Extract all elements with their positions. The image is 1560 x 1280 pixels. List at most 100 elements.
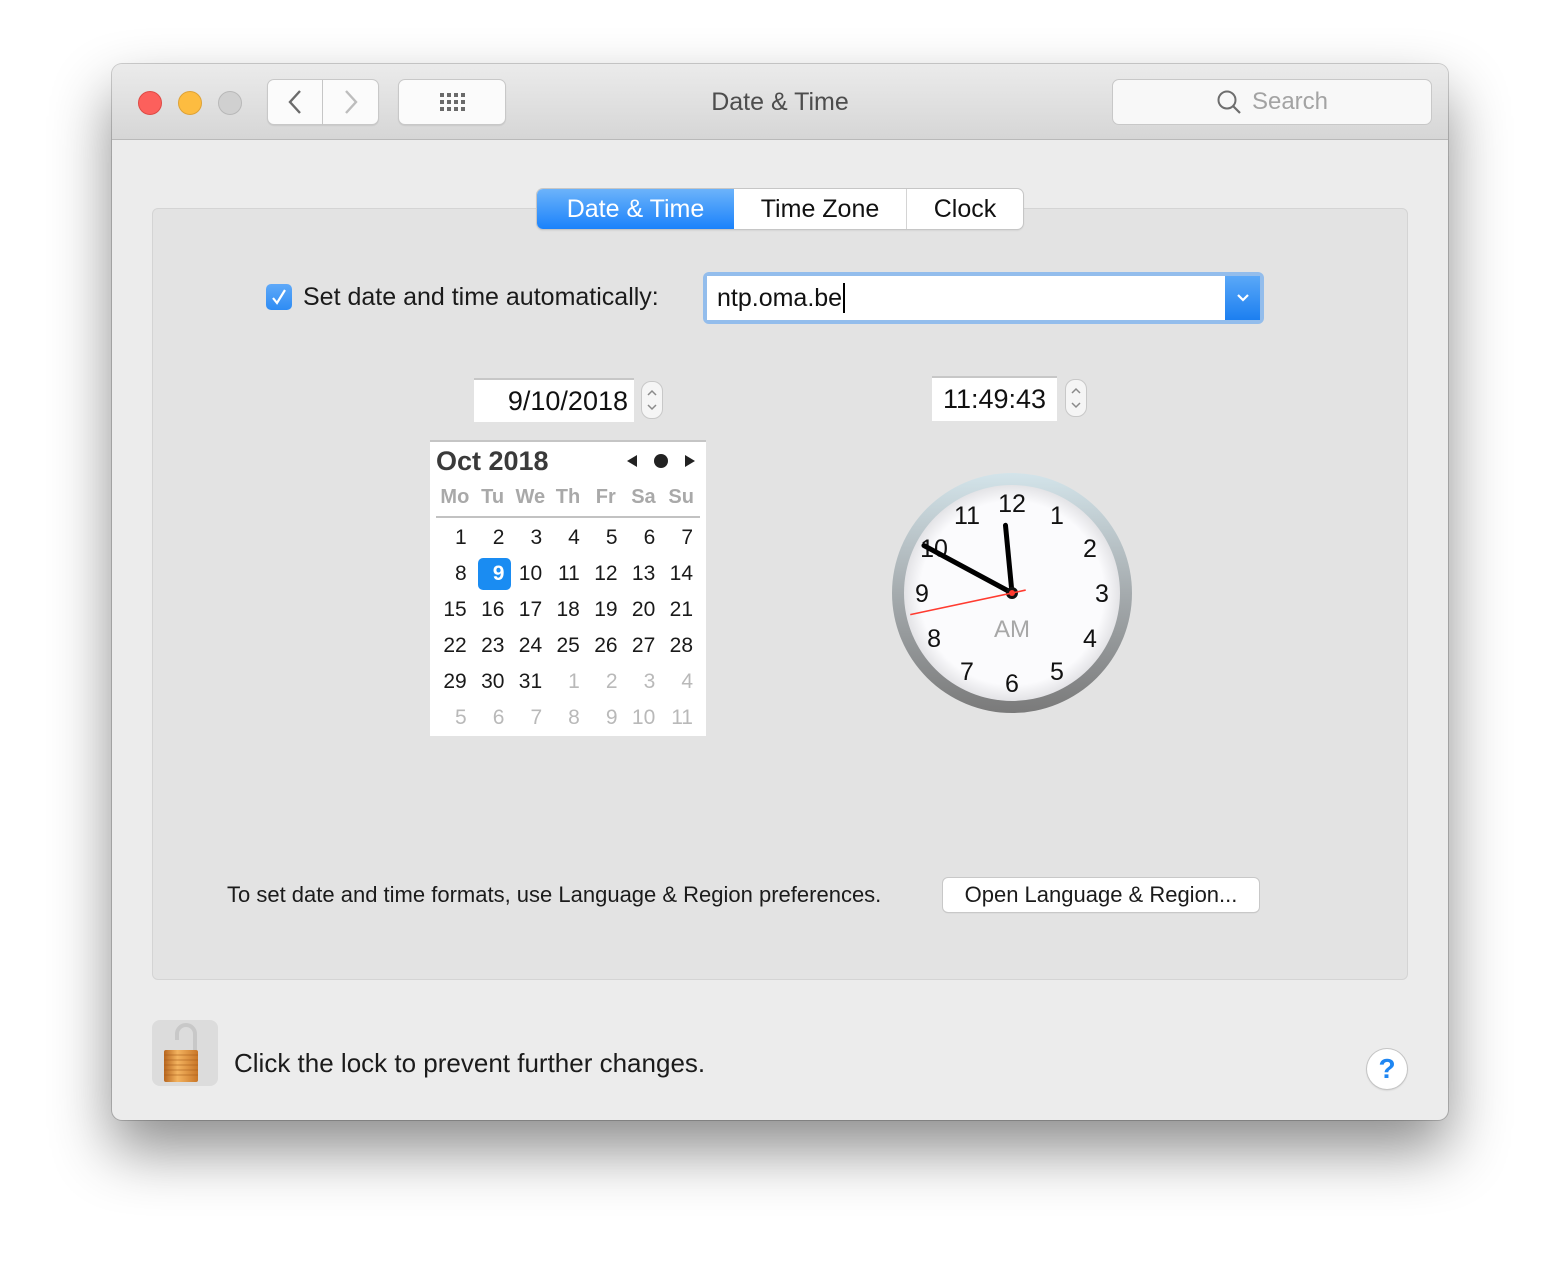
tab-date-time[interactable]: Date & Time (537, 189, 734, 229)
weekday-label: Su (668, 486, 694, 508)
formats-hint: To set date and time formats, use Langua… (227, 882, 882, 907)
calendar-day-other-month[interactable]: 2 (587, 664, 625, 700)
chevron-down-icon (647, 404, 657, 411)
search-icon (1217, 90, 1241, 114)
calendar-day[interactable]: 6 (625, 520, 663, 556)
calendar-day[interactable]: 4 (549, 520, 587, 556)
calendar-day-other-month[interactable]: 9 (587, 700, 625, 736)
clock-numeral: 9 (915, 580, 929, 608)
calendar-day[interactable]: 27 (625, 628, 663, 664)
calendar-day[interactable]: 16 (474, 592, 512, 628)
calendar-day[interactable]: 12 (587, 556, 625, 592)
weekday-label: Fr (595, 486, 616, 508)
calendar-day[interactable]: 21 (662, 592, 700, 628)
clock-numeral: 7 (960, 658, 974, 686)
calendar-day[interactable]: 14 (662, 556, 700, 592)
calendar-month-title: Oct 2018 (436, 446, 549, 476)
calendar-nav (626, 454, 696, 468)
date-stepper[interactable] (641, 381, 663, 419)
calendar-day[interactable]: 19 (587, 592, 625, 628)
calendar-day[interactable]: 31 (511, 664, 549, 700)
chevron-down-icon (1236, 294, 1249, 302)
search-field[interactable]: Search (1112, 79, 1432, 125)
time-stepper[interactable] (1065, 379, 1087, 417)
tab-time-zone[interactable]: Time Zone (734, 189, 907, 229)
open-language-region-button[interactable]: Open Language & Region... (943, 878, 1259, 912)
clock-center-dot (1009, 590, 1015, 596)
clock-numeral: 6 (1005, 670, 1019, 698)
calendar-day[interactable]: 29 (436, 664, 474, 700)
lock-button[interactable] (152, 1020, 218, 1086)
weekday-label: Th (555, 486, 581, 508)
clock-period-label: AM (994, 616, 1030, 643)
weekday-label: Tu (481, 486, 505, 508)
calendar-day[interactable]: 25 (549, 628, 587, 664)
help-button[interactable]: ? (1367, 1049, 1407, 1089)
clock-numeral: 2 (1083, 535, 1097, 563)
auto-set-row: Set date and time automatically: (266, 272, 659, 322)
time-field[interactable]: 11:49:43 (932, 376, 1057, 421)
calendar-day-other-month[interactable]: 3 (625, 664, 663, 700)
unlocked-padlock-icon (164, 1023, 198, 1082)
lock-status-text: Click the lock to prevent further change… (234, 1048, 706, 1078)
calendar-day-other-month[interactable]: 4 (662, 664, 700, 700)
calendar-day[interactable]: 17 (511, 592, 549, 628)
today-dot-icon[interactable] (654, 454, 668, 468)
clock-numeral: 11 (954, 502, 980, 530)
calendar-day[interactable]: 10 (511, 556, 549, 592)
calendar-day-other-month[interactable]: 8 (549, 700, 587, 736)
previous-month-icon[interactable] (626, 454, 638, 468)
calendar-day[interactable]: 8 (436, 556, 474, 592)
search-placeholder: Search (1251, 88, 1329, 115)
clock-numeral: 4 (1083, 625, 1097, 653)
weekday-label: Mo (440, 486, 470, 508)
weekday-label: Sa (631, 486, 656, 508)
time-server-input[interactable]: ntp.oma.be (707, 284, 842, 313)
weekday-label: We (515, 486, 546, 508)
calendar-day[interactable]: 5 (587, 520, 625, 556)
calendar-day[interactable]: 7 (662, 520, 700, 556)
calendar-day-other-month[interactable]: 5 (436, 700, 474, 736)
tab-clock[interactable]: Clock (907, 189, 1023, 229)
tab-bar: Date & Time Time Zone Clock (537, 189, 1023, 229)
calendar-day[interactable]: 15 (436, 592, 474, 628)
calendar-day-grid: 1 2 3 4 5 6 7 8 9 10 11 12 13 14 15 16 17 18 19 20 21 22 23 24 2… (436, 520, 700, 736)
date-time-window: Date & Time Search Date & Time Time Zone… (112, 64, 1448, 1120)
calendar-day[interactable]: 30 (474, 664, 512, 700)
calendar-day[interactable]: 22 (436, 628, 474, 664)
calendar-day[interactable]: 18 (549, 592, 587, 628)
time-server-dropdown-button[interactable] (1225, 276, 1260, 320)
calendar-day[interactable]: 23 (474, 628, 512, 664)
title-bar: Date & Time Search (112, 64, 1448, 140)
auto-set-checkbox[interactable] (266, 284, 292, 310)
calendar-day[interactable]: 24 (511, 628, 549, 664)
calendar-day[interactable]: 2 (474, 520, 512, 556)
next-month-icon[interactable] (684, 454, 696, 468)
calendar-day[interactable]: 13 (625, 556, 663, 592)
calendar: Oct 2018 Mo Tu We Th Fr Sa Su 1234567891… (430, 440, 706, 736)
calendar-day[interactable]: 20 (625, 592, 663, 628)
chevron-up-icon (1071, 387, 1081, 394)
clock-numeral: 5 (1050, 658, 1064, 686)
time-server-combobox[interactable]: ntp.oma.be (703, 272, 1264, 324)
calendar-day-other-month[interactable]: 11 (662, 700, 700, 736)
chevron-up-icon (647, 389, 657, 396)
analog-clock: 121234567891011 AM (892, 473, 1132, 713)
clock-numeral: 12 (998, 490, 1026, 518)
clock-numeral: 8 (927, 625, 941, 653)
checkmark-icon (272, 289, 286, 305)
calendar-day-other-month[interactable]: 6 (474, 700, 512, 736)
calendar-day-other-month[interactable]: 1 (549, 664, 587, 700)
calendar-day[interactable]: 28 (662, 628, 700, 664)
calendar-day[interactable]: 1 (436, 520, 474, 556)
date-field[interactable]: 9/10/2018 (474, 378, 634, 422)
auto-set-label: Set date and time automatically: (303, 282, 659, 311)
calendar-day[interactable]: 3 (511, 520, 549, 556)
calendar-day-selected[interactable]: 9 (477, 558, 512, 590)
calendar-day-other-month[interactable]: 7 (511, 700, 549, 736)
calendar-day-other-month[interactable]: 10 (625, 700, 663, 736)
calendar-day[interactable]: 26 (587, 628, 625, 664)
calendar-day[interactable]: 11 (549, 556, 587, 592)
clock-numeral: 3 (1095, 580, 1109, 608)
clock-numeral: 1 (1050, 502, 1064, 530)
